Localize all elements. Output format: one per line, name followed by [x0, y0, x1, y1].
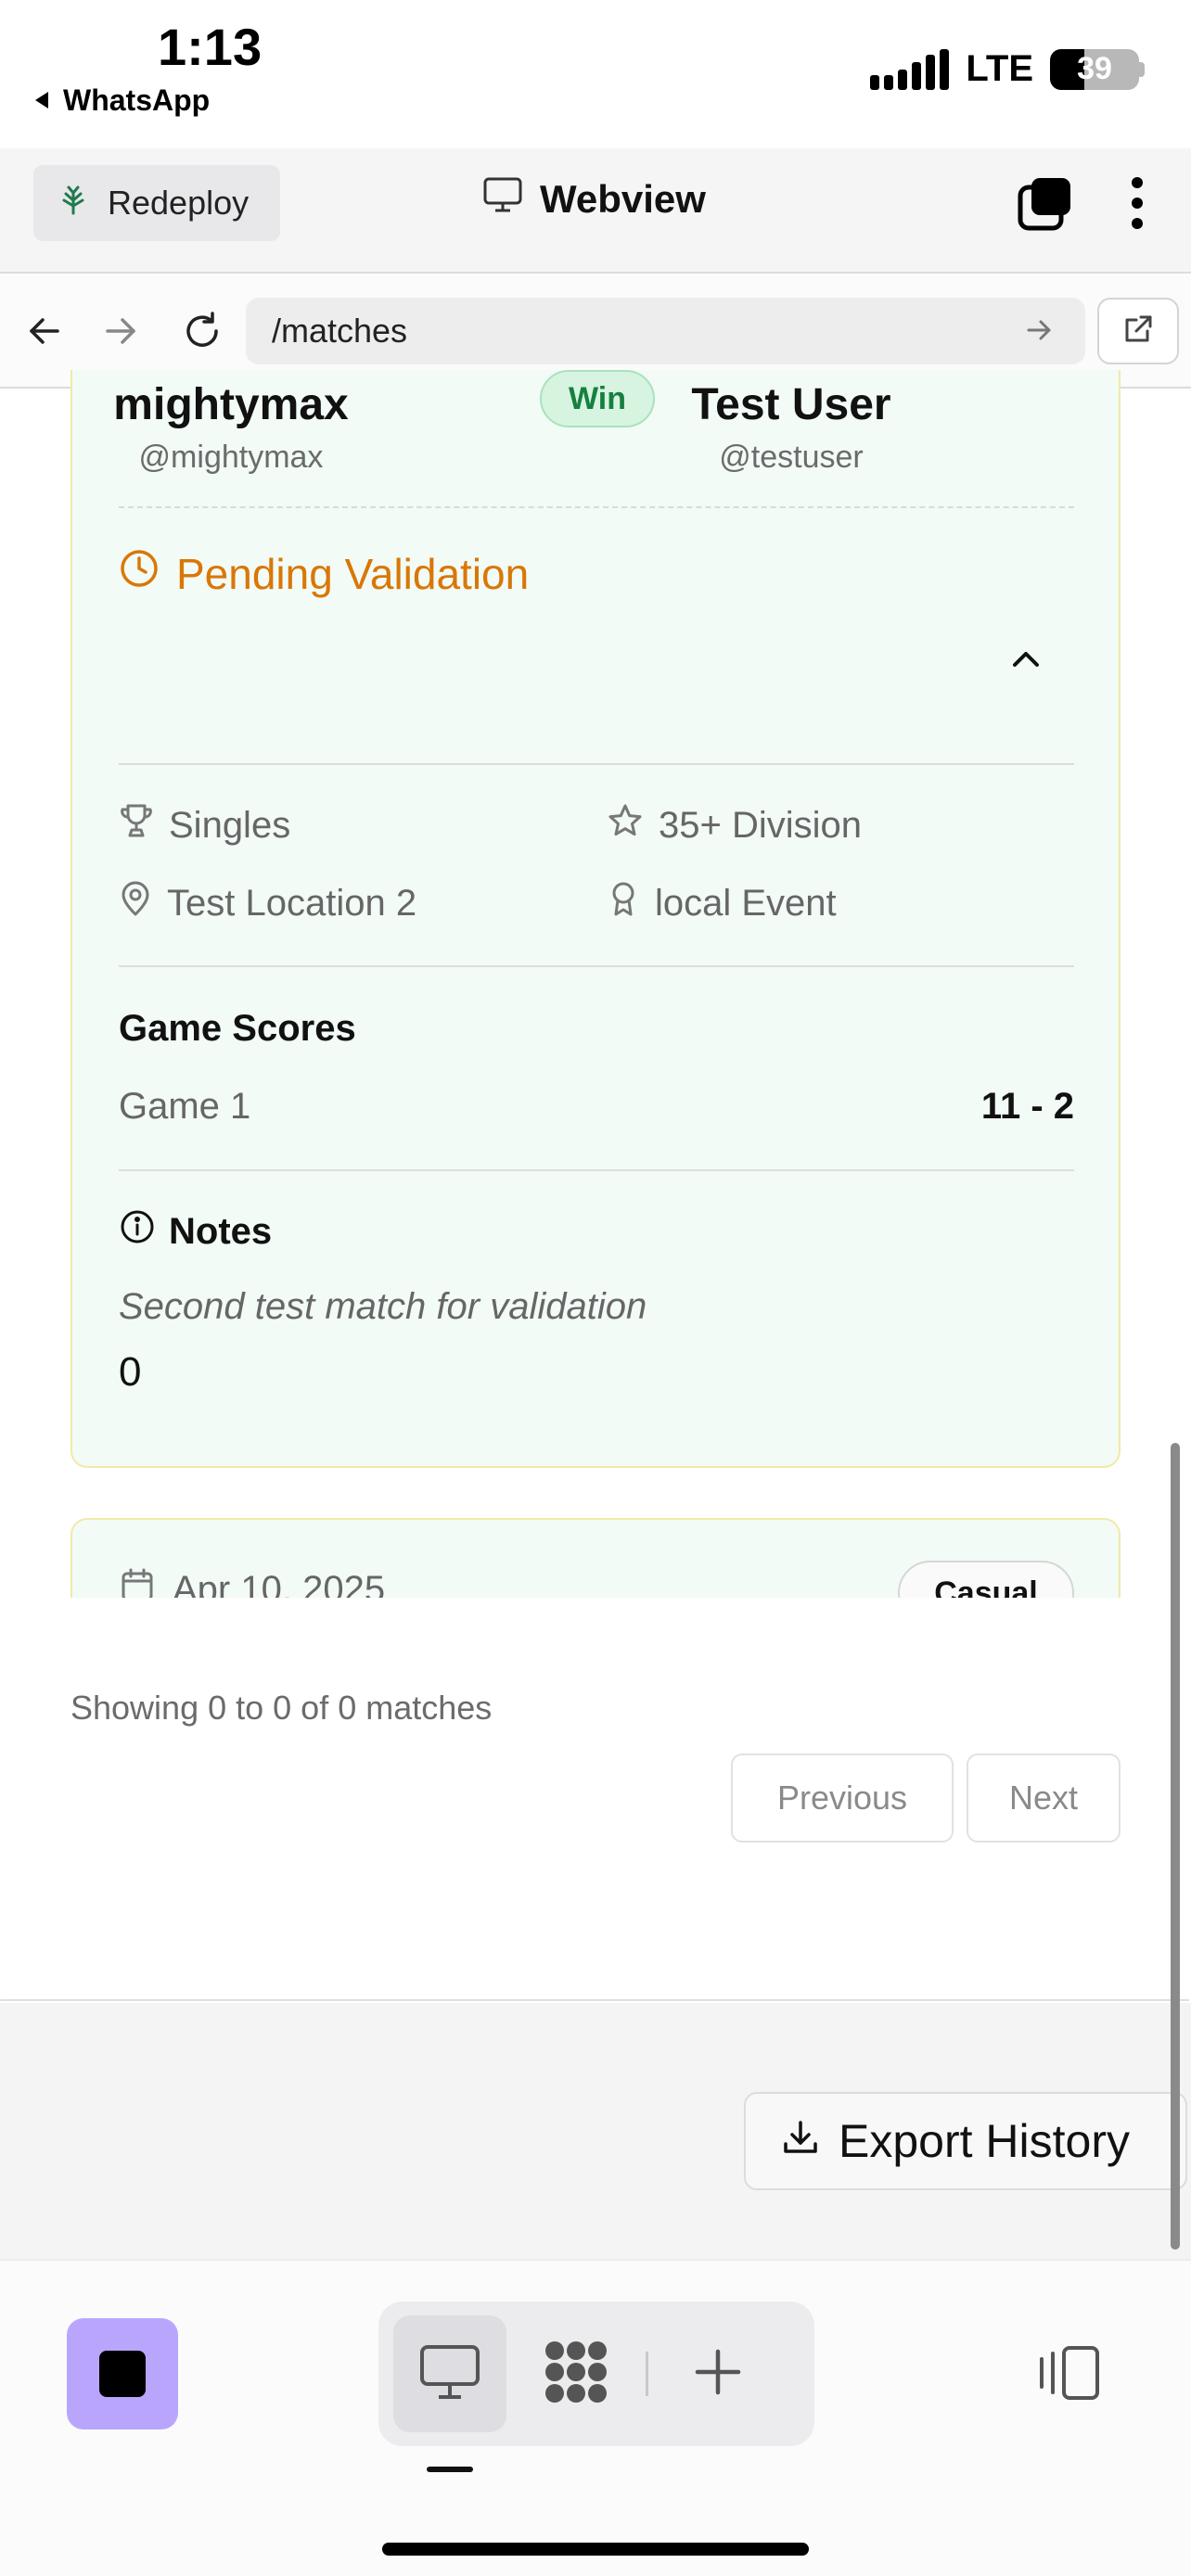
match-type-badge: Casual	[898, 1561, 1074, 1598]
tree-icon	[59, 184, 87, 223]
content-card-edge	[0, 1999, 1189, 2005]
chevron-up-icon[interactable]	[1009, 646, 1043, 675]
game-scores-title: Game Scores	[119, 1008, 356, 1049]
match-card[interactable]: mightymax @mightymax Win Test User @test…	[70, 370, 1121, 1468]
header-actions	[1017, 174, 1145, 236]
player-two-name: Test User	[691, 380, 891, 429]
reload-icon[interactable]	[174, 303, 230, 359]
battery-percent: 39	[1077, 51, 1112, 86]
notes-heading: Notes	[119, 1208, 272, 1255]
monitor-icon	[418, 2343, 481, 2405]
tabs-switcher-icon[interactable]	[1017, 174, 1074, 236]
open-external-button[interactable]	[1097, 298, 1179, 364]
player-one-name: mightymax	[113, 380, 349, 429]
export-history-label: Export History	[839, 2115, 1130, 2167]
active-tab-indicator	[427, 2467, 473, 2472]
redeploy-label: Redeploy	[108, 184, 250, 222]
match-division: 35+ Division	[607, 802, 862, 848]
match-card[interactable]: Apr 10, 2025 Casual	[70, 1518, 1121, 1598]
download-icon	[781, 2114, 820, 2168]
url-input[interactable]: /matches	[246, 298, 1085, 364]
external-link-icon	[1121, 312, 1155, 351]
desktop-view-tab[interactable]	[393, 2315, 506, 2432]
star-icon	[607, 802, 644, 848]
match-division-label: 35+ Division	[659, 804, 863, 846]
divider	[119, 965, 1074, 967]
back-to-app-link[interactable]: WhatsApp	[33, 83, 210, 118]
game-label: Game 1	[119, 1086, 251, 1127]
divider-dashed	[119, 506, 1074, 508]
canvas-view-tab[interactable]	[525, 2315, 627, 2432]
home-indicator	[382, 2543, 809, 2556]
match-date-label: Apr 10, 2025	[173, 1568, 386, 1599]
validation-status: Pending Validation	[119, 548, 529, 599]
player-two-handle: @testuser	[719, 440, 864, 475]
next-button[interactable]: Next	[967, 1753, 1121, 1843]
forward-arrow-icon[interactable]	[93, 303, 148, 359]
back-app-label: WhatsApp	[63, 83, 211, 117]
match-event: local Event	[607, 880, 837, 926]
match-date: Apr 10, 2025	[119, 1566, 385, 1598]
info-icon	[119, 1208, 156, 1255]
player-one: mightymax @mightymax	[78, 379, 384, 476]
match-format-label: Singles	[169, 804, 291, 846]
view-mode-switcher	[378, 2302, 814, 2446]
scrollbar[interactable]	[1171, 1443, 1180, 2250]
match-format: Singles	[119, 802, 290, 848]
webview-title: Webview	[482, 176, 706, 223]
clock-icon	[119, 548, 160, 599]
match-event-label: local Event	[655, 882, 837, 924]
more-menu-icon[interactable]	[1130, 175, 1145, 236]
back-triangle-icon	[33, 83, 50, 118]
matches-page-content: mightymax @mightymax Win Test User @test…	[0, 370, 1191, 1843]
map-pin-icon	[119, 880, 152, 926]
player-one-handle: @mightymax	[138, 440, 324, 475]
trophy-icon	[119, 802, 154, 848]
status-indicators: LTE 39	[870, 48, 1145, 90]
back-arrow-icon[interactable]	[17, 303, 72, 359]
export-history-button[interactable]: Export History	[744, 2092, 1187, 2190]
match-location: Test Location 2	[119, 880, 416, 926]
redeploy-button[interactable]: Redeploy	[33, 165, 280, 241]
status-time: 1:13	[158, 18, 263, 76]
grid-blobs-icon	[542, 2338, 610, 2411]
stop-button[interactable]	[67, 2318, 178, 2429]
notes-value: 0	[119, 1349, 142, 1395]
add-tab-button[interactable]	[667, 2315, 769, 2432]
webview-title-label: Webview	[540, 177, 706, 221]
match-location-label: Test Location 2	[167, 882, 417, 924]
notes-text: Second test match for validation	[119, 1286, 647, 1327]
notes-title: Notes	[169, 1210, 273, 1252]
side-panel-icon[interactable]	[1034, 2344, 1101, 2406]
app-header: Redeploy Webview	[0, 148, 1191, 274]
game-score: 11 - 2	[980, 1086, 1074, 1127]
award-ribbon-icon	[607, 880, 640, 926]
divider	[119, 763, 1074, 765]
plus-icon	[692, 2346, 744, 2403]
segment-divider	[646, 2352, 648, 2396]
signal-icon	[870, 48, 950, 90]
go-arrow-icon[interactable]	[1025, 316, 1053, 349]
player-two: Test User @testuser	[638, 379, 944, 476]
bottom-toolbar	[0, 2259, 1191, 2576]
calendar-icon	[119, 1566, 156, 1598]
battery-icon: 39	[1050, 48, 1139, 90]
divider	[119, 1169, 1074, 1171]
monitor-icon	[482, 176, 523, 223]
previous-button[interactable]: Previous	[731, 1753, 954, 1843]
stop-square-icon	[99, 2351, 146, 2397]
network-label: LTE	[966, 48, 1033, 89]
pagination-summary: Showing 0 to 0 of 0 matches	[70, 1689, 493, 1727]
validation-status-label: Pending Validation	[176, 549, 530, 598]
